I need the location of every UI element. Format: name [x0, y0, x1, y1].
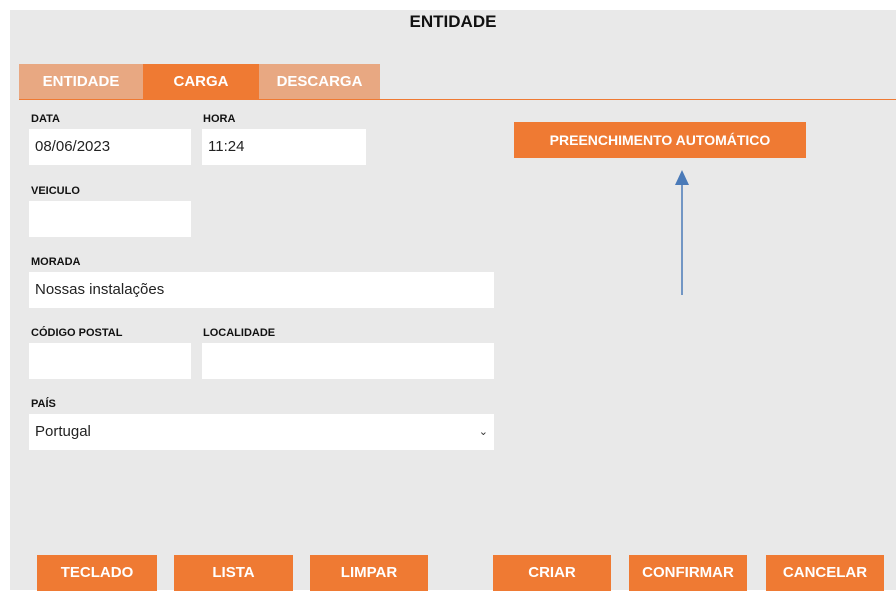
teclado-button[interactable]: TECLADO: [37, 555, 157, 591]
lista-button[interactable]: LISTA: [174, 555, 293, 591]
confirmar-button[interactable]: CONFIRMAR: [629, 555, 747, 591]
cancelar-button[interactable]: CANCELAR: [766, 555, 884, 591]
arrow-up-icon: [675, 170, 689, 295]
criar-button[interactable]: CRIAR: [493, 555, 611, 591]
limpar-button[interactable]: LIMPAR: [310, 555, 428, 591]
